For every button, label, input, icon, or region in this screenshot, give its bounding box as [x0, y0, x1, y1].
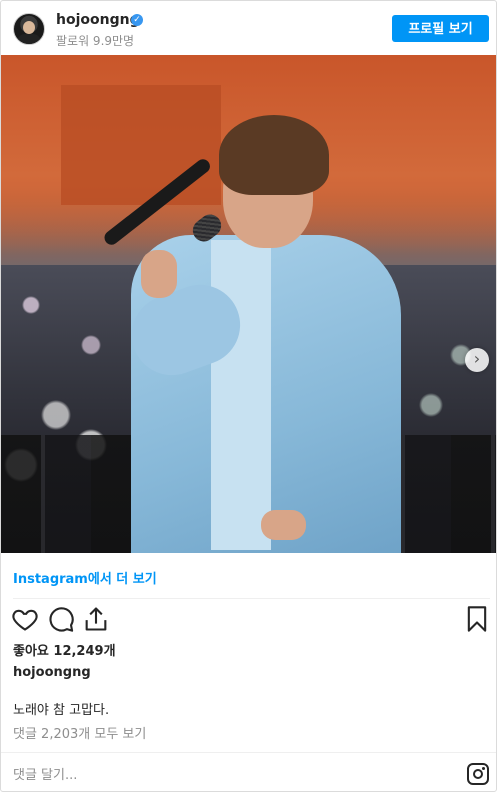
follower-count: 팔로워 9.9만명	[56, 34, 135, 48]
view-all-comments-link[interactable]: 댓글 2,203개 모두 보기	[13, 723, 146, 742]
view-more-on-instagram-link[interactable]: Instagram에서 더 보기	[13, 568, 157, 587]
instagram-logo-icon[interactable]	[467, 763, 489, 785]
hand-on-hip	[261, 510, 306, 540]
hand	[141, 250, 177, 298]
divider	[13, 598, 490, 599]
like-count[interactable]: 좋아요 12,249개	[13, 640, 116, 659]
more-link-brand: Instagram	[13, 572, 88, 587]
divider	[1, 752, 496, 753]
singer-figure	[111, 115, 411, 553]
add-comment-input[interactable]: 댓글 달기...	[13, 764, 77, 783]
avatar-face	[23, 21, 35, 34]
hair	[219, 115, 329, 195]
view-profile-button[interactable]: 프로필 보기	[392, 15, 489, 42]
avatar[interactable]	[13, 13, 45, 45]
post-image[interactable]: ›	[1, 55, 496, 553]
post-header: hojoongng ✓ 팔로워 9.9만명 프로필 보기	[1, 1, 496, 55]
instagram-embed-card: hojoongng ✓ 팔로워 9.9만명 프로필 보기 › Instagram…	[0, 0, 497, 792]
verified-badge-icon: ✓	[131, 14, 143, 26]
bookmark-icon[interactable]	[463, 605, 491, 633]
comment-icon[interactable]	[47, 605, 75, 633]
shirt	[211, 240, 271, 550]
share-icon[interactable]	[82, 605, 110, 633]
action-bar	[1, 605, 496, 635]
chevron-right-icon[interactable]: ›	[465, 348, 489, 372]
avatar-suit	[17, 34, 41, 44]
post-caption: 노래야 참 고맙다.	[13, 703, 110, 718]
header-username[interactable]: hojoongng	[56, 12, 140, 28]
heart-icon[interactable]	[11, 605, 39, 633]
more-link-suffix: 에서 더 보기	[87, 572, 157, 587]
post-username[interactable]: hojoongng	[13, 665, 91, 680]
